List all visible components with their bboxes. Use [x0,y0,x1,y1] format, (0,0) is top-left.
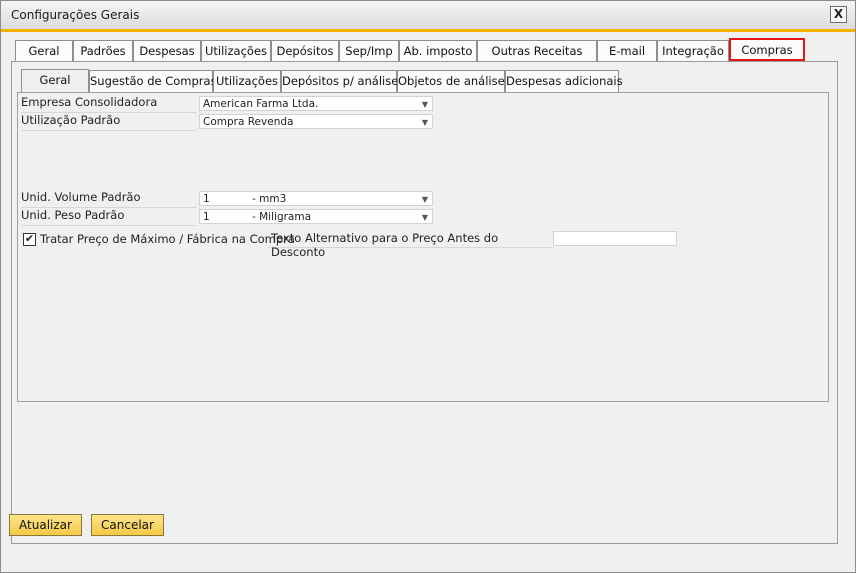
chevron-down-icon: ▼ [421,118,428,127]
subtab-utilizacoes[interactable]: Utilizações [213,70,281,92]
chevron-down-icon: ▼ [421,213,428,222]
update-button[interactable]: Atualizar [9,514,82,536]
tratar-preco-checkbox[interactable]: ✔ [23,233,36,246]
close-icon: X [833,7,844,21]
utilizacao-label: Utilização Padrão [21,113,196,131]
tab-padroes[interactable]: Padrões [73,40,133,62]
checkmark-icon: ✔ [24,232,35,245]
tab-ab-imposto[interactable]: Ab. imposto [399,40,477,62]
tab-compras[interactable]: Compras [729,38,805,61]
empresa-row: Empresa Consolidadora American Farma Ltd… [21,95,433,113]
volume-unit: - mm3 [252,193,287,205]
title-bar: Configurações Gerais X [1,1,855,32]
peso-unit: - Miligrama [252,211,312,223]
utilizacao-row: Utilização Padrão Compra Revenda ▼ [21,113,433,131]
close-button[interactable]: X [830,6,847,23]
tratar-preco-label: Tratar Preço de Máximo / Fábrica na Comp… [40,232,295,246]
empresa-select[interactable]: American Farma Ltda. ▼ [199,96,433,111]
tab-geral[interactable]: Geral [15,40,73,62]
peso-select[interactable]: 1 - Miligrama ▼ [199,209,433,224]
tab-utilizacoes[interactable]: Utilizações [201,40,271,62]
chevron-down-icon: ▼ [421,195,428,204]
texto-alternativo-label: Texto Alternativo para o Preço Antes do … [268,231,553,259]
volume-select[interactable]: 1 - mm3 ▼ [199,191,433,206]
peso-label: Unid. Peso Padrão [21,208,196,226]
texto-alternativo-input[interactable] [553,231,677,246]
tab-integracao[interactable]: Integração [657,40,729,62]
tab-sep-imp[interactable]: Sep/Imp [339,40,399,62]
chevron-down-icon: ▼ [421,100,428,109]
cancel-button[interactable]: Cancelar [91,514,164,536]
peso-row: Unid. Peso Padrão 1 - Miligrama ▼ [21,208,433,226]
tab-outras-receitas[interactable]: Outras Receitas [477,40,597,62]
utilizacao-value: Compra Revenda [203,116,294,128]
subtab-geral[interactable]: Geral [21,69,89,93]
peso-qty: 1 [203,211,210,223]
volume-label: Unid. Volume Padrão [21,190,196,208]
volume-row: Unid. Volume Padrão 1 - mm3 ▼ [21,190,433,208]
empresa-value: American Farma Ltda. [203,98,319,110]
subtab-depositos-analise[interactable]: Depósitos p/ análise [281,70,398,92]
volume-qty: 1 [203,193,210,205]
tab-depositos[interactable]: Depósitos [271,40,339,62]
tab-email[interactable]: E-mail [597,40,657,62]
utilizacao-select[interactable]: Compra Revenda ▼ [199,114,433,129]
subtab-despesas-adicionais[interactable]: Despesas adicionais [505,70,623,92]
empresa-label: Empresa Consolidadora [21,95,196,113]
window-title: Configurações Gerais [11,8,140,22]
subtab-objetos-analise[interactable]: Objetos de análise [397,70,505,92]
settings-window: Configurações Gerais X Geral Padrões Des… [0,0,856,573]
subtab-sugestao-compras[interactable]: Sugestão de Compras [89,70,217,92]
tab-despesas[interactable]: Despesas [133,40,201,62]
